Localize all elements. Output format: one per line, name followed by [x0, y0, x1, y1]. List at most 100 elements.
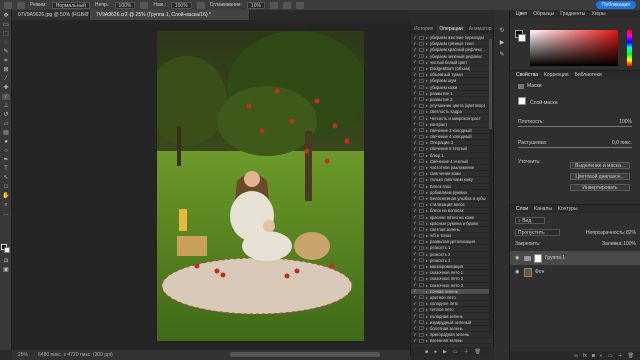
checkmark-icon[interactable]: ✓	[411, 109, 419, 114]
checkmark-icon[interactable]: ✓	[411, 66, 419, 71]
bg-color-chip[interactable]	[518, 34, 526, 42]
dialog-toggle-icon[interactable]	[419, 153, 424, 158]
visibility-eye-icon[interactable]: ◉	[515, 269, 521, 275]
density-slider[interactable]	[518, 126, 632, 127]
publish-button[interactable]: Публикация	[596, 1, 636, 9]
expand-arrow-icon[interactable]: ▸	[426, 276, 428, 281]
checkmark-icon[interactable]: ✓	[411, 72, 419, 77]
expand-arrow-icon[interactable]: ▸	[426, 85, 428, 90]
brush-settings-icon[interactable]: ✎	[498, 52, 506, 58]
feather-slider[interactable]	[518, 147, 632, 148]
checkmark-icon[interactable]: ✓	[411, 184, 419, 189]
expand-arrow-icon[interactable]: ▸	[426, 215, 428, 220]
checkmark-icon[interactable]: ✓	[411, 47, 419, 52]
checkmark-icon[interactable]: ✓	[411, 221, 419, 226]
checkmark-icon[interactable]: ✓	[411, 233, 419, 238]
zoom-tool-icon[interactable]: ⌕	[2, 202, 10, 208]
checkmark-icon[interactable]: ✓	[411, 208, 419, 213]
tab-actions[interactable]: Операции	[436, 25, 466, 34]
expand-arrow-icon[interactable]: ▸	[426, 159, 428, 164]
fx-icon[interactable]: fx	[583, 353, 587, 359]
document-image[interactable]	[157, 31, 364, 341]
dialog-toggle-icon[interactable]	[419, 41, 424, 46]
expand-arrow-icon[interactable]: ▸	[426, 72, 428, 77]
checkmark-icon[interactable]: ✓	[411, 320, 419, 325]
expand-arrow-icon[interactable]: ▸	[426, 239, 428, 244]
actions-scrollbar[interactable]	[489, 35, 493, 335]
expand-arrow-icon[interactable]: ▸	[426, 153, 428, 158]
expand-arrow-icon[interactable]: ▸	[426, 338, 428, 343]
smooth-field[interactable]: 10%	[246, 1, 265, 9]
expand-arrow-icon[interactable]: ▸	[426, 47, 428, 52]
checkmark-icon[interactable]: ✓	[411, 165, 419, 170]
checkmark-icon[interactable]: ✓	[411, 91, 419, 96]
brush-tool-icon[interactable]: /	[2, 94, 10, 100]
brush-preset-icon[interactable]	[17, 1, 25, 9]
angle-icon[interactable]	[282, 1, 291, 9]
dialog-toggle-icon[interactable]	[419, 47, 424, 52]
hand-tool-icon[interactable]: ✋	[2, 193, 10, 199]
dialog-toggle-icon[interactable]	[419, 177, 424, 182]
expand-arrow-icon[interactable]: ▸	[426, 116, 428, 121]
shape-tool-icon[interactable]: □	[2, 184, 10, 190]
dialog-toggle-icon[interactable]	[419, 97, 424, 102]
checkmark-icon[interactable]: ✓	[411, 264, 419, 269]
quick-select-tool-icon[interactable]: ✎	[2, 49, 10, 55]
checkmark-icon[interactable]: ✓	[411, 115, 419, 120]
tab-paths[interactable]: Контуры	[558, 205, 578, 213]
eraser-tool-icon[interactable]: ▱	[2, 121, 10, 127]
dialog-toggle-icon[interactable]	[419, 85, 424, 90]
checkmark-icon[interactable]: ✓	[411, 103, 419, 108]
expand-arrow-icon[interactable]: ▸	[426, 140, 428, 145]
adjustment-icon[interactable]: ◐	[600, 353, 603, 359]
dialog-toggle-icon[interactable]	[419, 215, 424, 220]
type-tool-icon[interactable]: T	[2, 166, 10, 172]
dialog-toggle-icon[interactable]	[419, 320, 424, 325]
crop-tool-icon[interactable]: ⌗	[2, 58, 10, 64]
play-icon[interactable]: ▶	[443, 349, 447, 355]
expand-arrow-icon[interactable]: ▸	[426, 270, 428, 275]
checkmark-icon[interactable]: ✓	[411, 78, 419, 83]
tab-document-2[interactable]: 7V9A9626.cr2 @ 25% (Группа 1, Слой-маска…	[90, 10, 250, 20]
visibility-eye-icon[interactable]: ◉	[515, 255, 521, 261]
tab-animator[interactable]: Аниматор	[466, 25, 495, 34]
tab-adjustments[interactable]: Коррекция	[544, 71, 569, 79]
layer-thumbnail[interactable]	[524, 267, 532, 277]
checkmark-icon[interactable]: ✓	[411, 35, 419, 40]
trash-icon[interactable]: 🗑	[475, 349, 481, 355]
checkmark-icon[interactable]: ✓	[411, 332, 419, 337]
expand-arrow-icon[interactable]: ▸	[426, 264, 428, 269]
expand-arrow-icon[interactable]: ▸	[426, 97, 428, 102]
dialog-toggle-icon[interactable]	[419, 301, 424, 306]
expand-arrow-icon[interactable]: ▸	[426, 78, 428, 83]
checkmark-icon[interactable]: ✓	[411, 252, 419, 257]
expand-arrow-icon[interactable]: ▸	[426, 252, 428, 257]
record-icon[interactable]: ●	[434, 349, 437, 355]
layer-name[interactable]: Фон	[535, 269, 544, 275]
select-and-mask-button[interactable]: Выделение и маска...	[570, 162, 630, 169]
add-mask-icon[interactable]: ◙	[592, 353, 595, 359]
expand-arrow-icon[interactable]: ▸	[426, 314, 428, 319]
gradient-tool-icon[interactable]: ▤	[2, 130, 10, 136]
new-group-icon[interactable]: ▭	[608, 353, 613, 359]
marquee-tool-icon[interactable]: ⬚	[2, 31, 10, 37]
link-icon[interactable]: ∞	[574, 353, 578, 359]
checkmark-icon[interactable]: ✓	[411, 338, 419, 343]
expand-arrow-icon[interactable]: ▸	[426, 245, 428, 250]
history-panel-icon[interactable]: ↻	[498, 28, 506, 34]
stamp-tool-icon[interactable]: ⊥	[2, 103, 10, 109]
dialog-toggle-icon[interactable]	[419, 116, 424, 121]
checkmark-icon[interactable]: ✓	[411, 159, 419, 164]
checkmark-icon[interactable]: ✓	[411, 307, 419, 312]
layer-row-background[interactable]: ◉ Фон	[510, 265, 640, 279]
dialog-toggle-icon[interactable]	[419, 264, 424, 269]
eyedropper-tool-icon[interactable]: ⁄	[2, 76, 10, 82]
expand-arrow-icon[interactable]: ▸	[426, 66, 428, 71]
expand-arrow-icon[interactable]: ▸	[426, 289, 428, 294]
new-action-icon[interactable]: ＋	[464, 348, 469, 355]
checkmark-icon[interactable]: ✓	[411, 134, 419, 139]
dialog-toggle-icon[interactable]	[419, 66, 424, 71]
path-select-tool-icon[interactable]: ↖	[2, 175, 10, 181]
quick-mask-icon[interactable]: ◘	[2, 258, 10, 264]
trash-icon[interactable]: 🗑	[628, 353, 634, 359]
